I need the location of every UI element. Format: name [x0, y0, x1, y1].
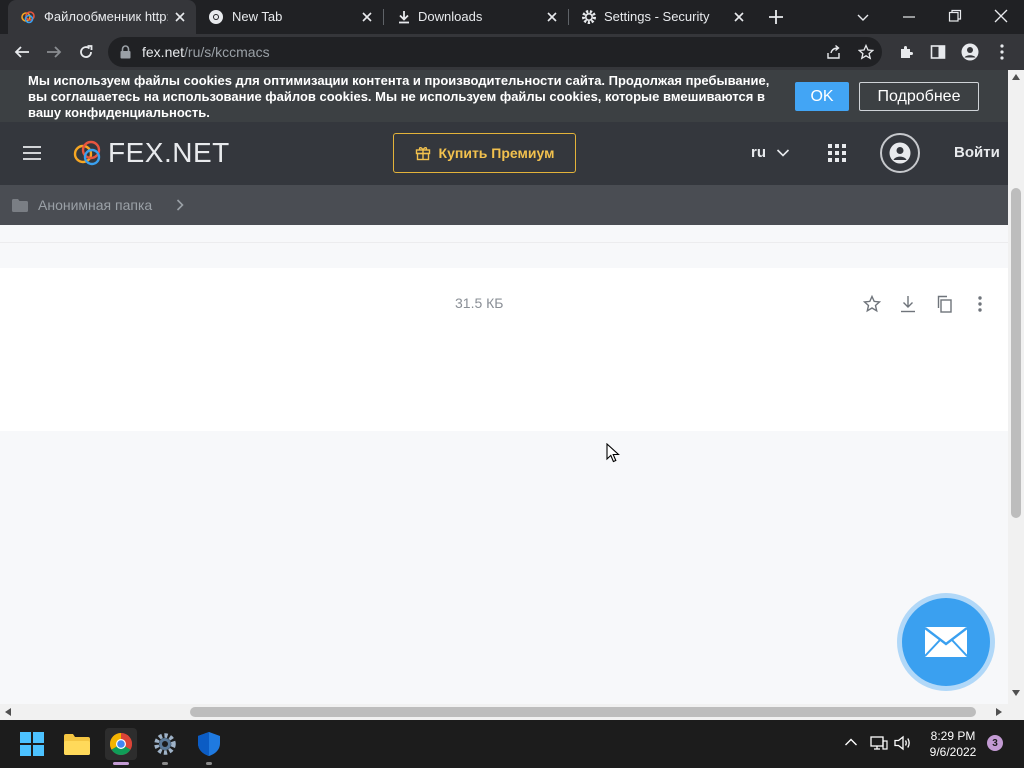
- bookmark-star-icon[interactable]: [858, 44, 874, 60]
- chevron-right-icon: [175, 198, 185, 212]
- site-logo[interactable]: FEX.NET: [72, 137, 230, 168]
- tab-settings[interactable]: Settings - Security: [569, 0, 753, 34]
- login-link[interactable]: Войти: [954, 144, 1000, 161]
- url-path: /ru/s/kccmacs: [184, 44, 270, 60]
- envelope-icon: [924, 626, 968, 658]
- copy-icon[interactable]: [934, 294, 954, 314]
- browser-menu-icon[interactable]: [990, 40, 1014, 64]
- url-text: fex.net/ru/s/kccmacs: [142, 44, 270, 60]
- taskbar: 8:29 PM 9/6/2022 3: [0, 720, 1024, 768]
- chevron-down-icon: [776, 148, 790, 158]
- share-icon[interactable]: [826, 44, 842, 60]
- settings-taskbar-icon[interactable]: [149, 728, 181, 760]
- network-icon[interactable]: [870, 735, 888, 751]
- lock-icon[interactable]: [120, 45, 131, 59]
- tab-downloads[interactable]: Downloads: [384, 0, 568, 34]
- tab-search-chevron-icon[interactable]: [856, 10, 870, 24]
- close-icon[interactable]: [359, 9, 375, 25]
- windows-start-button[interactable]: [16, 728, 48, 760]
- restore-button[interactable]: [948, 9, 962, 23]
- new-tab-button[interactable]: [767, 8, 785, 26]
- web-page: Мы используем файлы cookies для оптимиза…: [0, 70, 1008, 704]
- cookie-banner: Мы используем файлы cookies для оптимиза…: [0, 70, 1008, 122]
- close-icon[interactable]: [172, 9, 188, 25]
- tab-new-tab[interactable]: New Tab: [196, 0, 384, 34]
- file-explorer-icon[interactable]: [61, 728, 93, 760]
- download-icon[interactable]: [898, 294, 918, 314]
- clock[interactable]: 8:29 PM 9/6/2022: [920, 728, 986, 760]
- fex-favicon-icon: [20, 9, 36, 25]
- user-avatar-icon[interactable]: [880, 133, 920, 173]
- tab-title: New Tab: [232, 9, 283, 24]
- notification-badge[interactable]: 3: [987, 735, 1003, 751]
- tab-strip: Файлообменник http:/ New Tab Downloads S…: [0, 0, 1024, 34]
- premium-label: Купить Премиум: [438, 145, 555, 161]
- tab-title: Downloads: [418, 9, 483, 24]
- logo-text: FEX.NET: [108, 137, 230, 168]
- tab-title: Файлообменник http:/: [44, 9, 168, 24]
- scroll-down-arrow-icon[interactable]: [1012, 690, 1020, 696]
- profile-icon[interactable]: [958, 40, 982, 64]
- minimize-button[interactable]: [902, 10, 916, 24]
- cookie-ok-button[interactable]: OK: [795, 82, 849, 111]
- hamburger-menu-icon[interactable]: [22, 144, 42, 162]
- volume-icon[interactable]: [894, 735, 912, 751]
- reload-button[interactable]: [74, 40, 98, 64]
- running-app-indicator: [162, 762, 168, 765]
- back-button[interactable]: [10, 40, 34, 64]
- scroll-up-arrow-icon[interactable]: [1012, 74, 1020, 80]
- clock-time: 8:29 PM: [930, 729, 976, 743]
- vertical-scrollbar[interactable]: [1008, 70, 1024, 704]
- file-row[interactable]: 31.5 КБ: [0, 268, 1008, 431]
- breadcrumb: Анонимная папка: [0, 185, 1008, 225]
- window-close-button[interactable]: [994, 9, 1008, 23]
- side-panel-icon[interactable]: [926, 40, 950, 64]
- url-host: fex.net: [142, 44, 185, 60]
- chrome-taskbar-icon[interactable]: [105, 728, 137, 760]
- vertical-scroll-thumb[interactable]: [1011, 188, 1021, 518]
- defender-taskbar-icon[interactable]: [193, 728, 225, 760]
- running-app-indicator: [206, 762, 212, 765]
- active-app-indicator: [113, 762, 129, 765]
- cookie-text: Мы используем файлы cookies для оптимиза…: [28, 73, 770, 120]
- scroll-right-arrow-icon[interactable]: [996, 708, 1002, 716]
- tab-title: Settings - Security: [604, 9, 710, 24]
- more-vert-icon[interactable]: [970, 294, 990, 314]
- buy-premium-button[interactable]: Купить Премиум: [393, 133, 576, 173]
- horizontal-scroll-thumb[interactable]: [190, 707, 976, 717]
- divider: [0, 242, 1008, 243]
- scrollbar-corner: [1008, 704, 1024, 720]
- close-icon[interactable]: [544, 9, 560, 25]
- folder-icon: [12, 199, 28, 212]
- scroll-left-arrow-icon[interactable]: [5, 708, 11, 716]
- breadcrumb-folder-link[interactable]: Анонимная папка: [38, 197, 152, 213]
- chevron-up-icon[interactable]: [844, 737, 858, 747]
- tab-fex[interactable]: Файлообменник http:/: [8, 0, 196, 34]
- mouse-cursor-icon: [606, 443, 620, 463]
- close-icon[interactable]: [731, 9, 747, 25]
- contact-mail-button[interactable]: [902, 598, 990, 686]
- language-selector[interactable]: ru: [751, 144, 790, 161]
- clock-date: 9/6/2022: [929, 745, 977, 759]
- horizontal-scrollbar[interactable]: [0, 704, 1008, 720]
- fex-logo-icon: [72, 138, 104, 168]
- download-icon: [396, 9, 412, 25]
- apps-grid-icon[interactable]: [828, 144, 846, 162]
- language-code: ru: [751, 144, 766, 161]
- extensions-icon[interactable]: [894, 40, 918, 64]
- gift-icon: [415, 145, 431, 161]
- chrome-icon: [208, 9, 224, 25]
- star-icon[interactable]: [862, 294, 882, 314]
- forward-button[interactable]: [42, 40, 66, 64]
- gear-icon: [581, 9, 597, 25]
- cookie-more-button[interactable]: Подробнее: [859, 82, 979, 111]
- site-header: FEX.NET Купить Премиум ru Войти: [0, 122, 1008, 185]
- browser-toolbar: fex.net/ru/s/kccmacs: [0, 34, 1024, 70]
- address-bar[interactable]: fex.net/ru/s/kccmacs: [108, 37, 882, 67]
- file-size: 31.5 КБ: [455, 295, 504, 311]
